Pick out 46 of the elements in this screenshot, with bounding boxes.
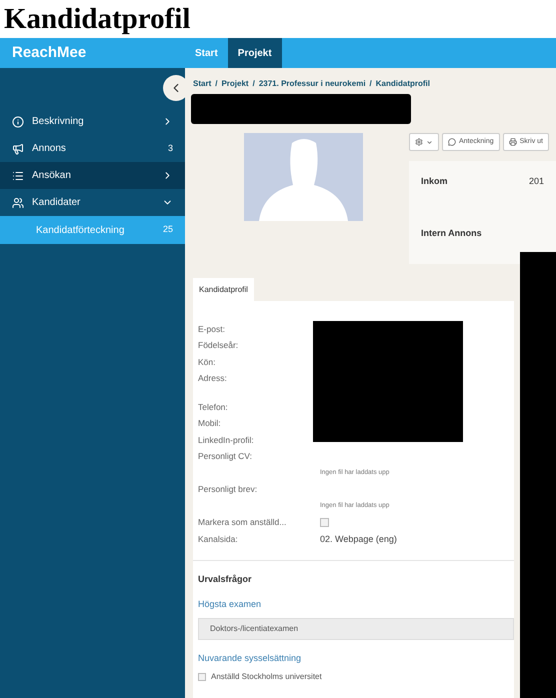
breadcrumb-link[interactable]: Kandidatprofil	[376, 78, 430, 90]
question-label: Högsta examen	[198, 598, 262, 611]
info-icon	[12, 116, 24, 128]
caret-icon	[426, 138, 433, 146]
field-label: Kanalsida:	[198, 532, 239, 546]
field-label: Mobil:	[198, 417, 222, 430]
breadcrumb-separator: /	[215, 78, 218, 90]
field-label: Markera som anställd...	[198, 516, 288, 530]
megaphone-icon	[12, 142, 24, 154]
option-label: Anställd Stockholms universitet	[211, 671, 322, 683]
breadcrumb-link[interactable]: 2371. Professur i neurokemi	[258, 78, 366, 90]
tab[interactable]: Kandidatprofil	[193, 278, 254, 301]
speech-bubble-icon	[448, 138, 456, 146]
field-label: LinkedIn-profil:	[198, 434, 255, 447]
field-label: Personligt CV:	[198, 450, 254, 464]
settings-button[interactable]	[409, 133, 439, 151]
field-label: Kön:	[198, 356, 216, 369]
people-icon	[12, 196, 24, 208]
breadcrumb-link[interactable]: Projekt	[221, 78, 249, 90]
answer-field: Doktors-/licentiatexamen	[198, 618, 514, 640]
sidebar-item[interactable]: Beskrivning	[0, 108, 185, 135]
page-title: Kandidatprofil	[3, 2, 192, 37]
field-label: E-post:	[198, 322, 226, 336]
field-value: 02. Webpage (eng)	[320, 532, 397, 546]
field-label: Personligt brev:	[198, 483, 258, 496]
breadcrumb-link[interactable]: Start	[193, 78, 212, 90]
nav-tab[interactable]: Projekt	[228, 38, 282, 68]
sidebar-item[interactable]: Kandidater	[0, 189, 185, 216]
breadcrumb-separator: /	[252, 78, 255, 90]
count-label: 3	[168, 142, 173, 155]
sidebar-item[interactable]: Annons 3	[0, 135, 185, 162]
checkbox[interactable]	[320, 518, 329, 528]
info-label: Inkom	[421, 175, 449, 188]
info-label: Intern Annons	[421, 226, 483, 240]
checkbox[interactable]	[198, 673, 206, 681]
field-label: Födelseår:	[198, 339, 240, 352]
info-value: 201	[528, 175, 544, 188]
sidebar-item[interactable]: Ansökan	[0, 162, 185, 189]
field-label: Adress:	[198, 372, 228, 386]
printer-icon	[508, 138, 517, 146]
logo: ReachMee	[12, 42, 86, 63]
breadcrumb-separator: /	[370, 78, 372, 90]
field-label: Telefon:	[198, 400, 229, 414]
settings-icon	[415, 138, 423, 146]
question-label: Nuvarande sysselsättning	[198, 652, 302, 665]
section-title: Urvalsfrågor	[198, 572, 253, 586]
